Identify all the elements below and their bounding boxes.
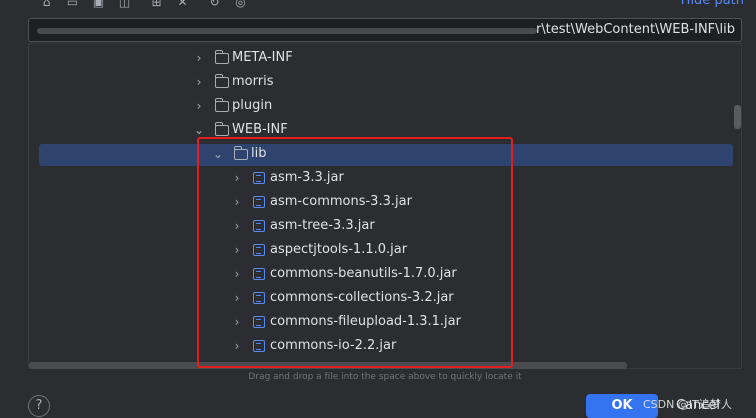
- tree-item-label: aspectjtools-1.1.0.jar: [270, 242, 408, 257]
- tree-item-label: asm-tree-3.3.jar: [270, 218, 375, 233]
- chevron-right-icon[interactable]: ›: [232, 172, 242, 184]
- refresh-icon[interactable]: ↻: [208, 0, 221, 8]
- module-icon[interactable]: ◫: [118, 0, 131, 8]
- toolbar: ⌂ ▭ ▣ ◫ ⊞ ✕ ↻ ◎ Hide path: [0, 0, 756, 12]
- tree-item-label: commons-beanutils-1.7.0.jar: [270, 266, 457, 281]
- tree-row-jar[interactable]: › commons-fileupload-1.3.1.jar: [29, 311, 729, 335]
- tree-row-jar[interactable]: › asm-commons-3.3.jar: [29, 191, 729, 215]
- desktop-icon[interactable]: ▭: [66, 0, 79, 8]
- chevron-right-icon[interactable]: ›: [232, 340, 242, 352]
- tree-row-folder[interactable]: › META-INF: [29, 47, 729, 71]
- chevron-right-icon[interactable]: ›: [194, 76, 204, 88]
- chevron-right-icon[interactable]: ›: [194, 52, 204, 64]
- folder-icon: [214, 122, 229, 136]
- new-folder-icon[interactable]: ⊞: [150, 0, 163, 8]
- horizontal-scrollbar-thumb[interactable]: [29, 362, 627, 369]
- tree-row-folder[interactable]: › morris: [29, 71, 729, 95]
- file-tree[interactable]: › META-INF › morris › plugin ⌄ WEB-INF ⌄ lib › asm-…: [28, 43, 742, 369]
- tree-item-label: commons-io-2.2.jar: [270, 338, 397, 353]
- path-field[interactable]: r\test\WebContent\WEB-INF\lib: [28, 18, 742, 42]
- jar-icon: [253, 316, 265, 328]
- chevron-right-icon[interactable]: ›: [232, 220, 242, 232]
- folder-icon: [214, 74, 229, 88]
- path-text: r\test\WebContent\WEB-INF\lib: [535, 22, 735, 37]
- chevron-down-icon[interactable]: ⌄: [213, 148, 223, 160]
- tree-item-label: commons-collections-3.2.jar: [270, 290, 454, 305]
- help-button[interactable]: ?: [28, 395, 50, 417]
- delete-icon[interactable]: ✕: [176, 0, 189, 8]
- vertical-scrollbar[interactable]: [734, 105, 741, 129]
- jar-icon: [253, 340, 265, 352]
- home-icon[interactable]: ⌂: [40, 0, 53, 8]
- chevron-right-icon[interactable]: ›: [232, 316, 242, 328]
- show-hidden-icon[interactable]: ◎: [234, 0, 247, 8]
- path-blurred-prefix: [37, 28, 537, 34]
- tree-item-label: lib: [251, 146, 267, 161]
- tree-item-label: WEB-INF: [232, 122, 288, 137]
- chevron-right-icon[interactable]: ›: [232, 244, 242, 256]
- tree-row-jar[interactable]: › commons-io-2.2.jar: [29, 335, 729, 359]
- tree-row-jar[interactable]: › commons-beanutils-1.7.0.jar: [29, 263, 729, 287]
- folder-icon: [214, 98, 229, 112]
- folder-icon: [233, 146, 248, 160]
- tree-item-label: plugin: [232, 98, 273, 113]
- tree-row-folder[interactable]: ⌄ lib: [29, 143, 733, 167]
- jar-icon: [253, 268, 265, 280]
- tree-row-folder[interactable]: ⌄ WEB-INF: [29, 119, 729, 143]
- jar-icon: [253, 292, 265, 304]
- tree-row-jar[interactable]: › aspectjtools-1.1.0.jar: [29, 239, 729, 263]
- tree-row-jar[interactable]: › asm-tree-3.3.jar: [29, 215, 729, 239]
- chevron-right-icon[interactable]: ›: [194, 100, 204, 112]
- folder-icon: [214, 50, 229, 64]
- tree-row-folder[interactable]: › plugin: [29, 95, 729, 119]
- chevron-right-icon[interactable]: ›: [232, 292, 242, 304]
- tree-row-jar[interactable]: › asm-3.3.jar: [29, 167, 729, 191]
- drag-drop-hint: Drag and drop a file into the space abov…: [248, 372, 522, 382]
- tree-item-label: commons-fileupload-1.3.1.jar: [270, 314, 461, 329]
- chevron-right-icon[interactable]: ›: [232, 196, 242, 208]
- tree-item-label: asm-3.3.jar: [270, 170, 344, 185]
- jar-icon: [253, 220, 265, 232]
- hide-path-link[interactable]: Hide path: [681, 0, 744, 8]
- horizontal-scrollbar[interactable]: [29, 362, 741, 369]
- tree-row-jar[interactable]: › commons-collections-3.2.jar: [29, 287, 729, 311]
- watermark: CSDN @IT追梦人: [643, 398, 732, 411]
- tree-item-label: asm-commons-3.3.jar: [270, 194, 412, 209]
- jar-icon: [253, 244, 265, 256]
- chevron-down-icon[interactable]: ⌄: [194, 124, 204, 136]
- jar-icon: [253, 196, 265, 208]
- selection-highlight: [39, 144, 733, 166]
- jar-icon: [253, 172, 265, 184]
- project-icon[interactable]: ▣: [92, 0, 105, 8]
- tree-item-label: META-INF: [232, 50, 293, 65]
- tree-item-label: morris: [232, 74, 274, 89]
- chevron-right-icon[interactable]: ›: [232, 268, 242, 280]
